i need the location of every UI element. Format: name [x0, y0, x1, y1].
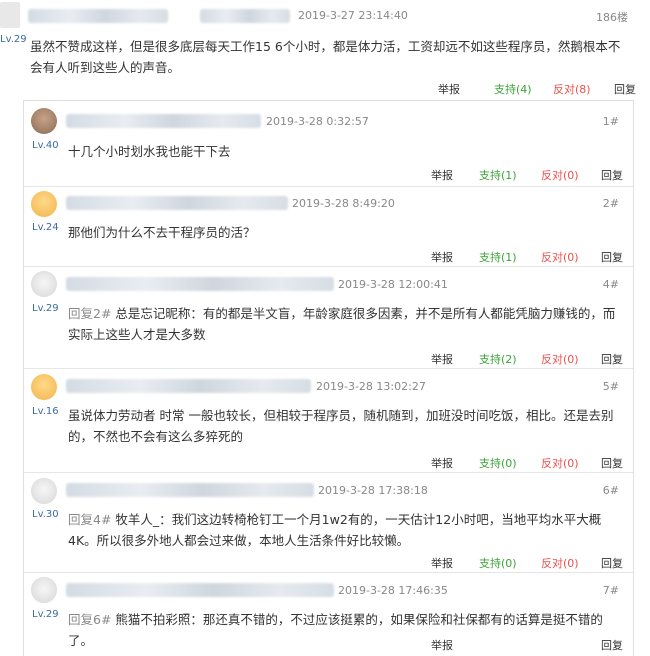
- floor-number: 1#: [602, 115, 619, 128]
- main-post: Lv.29 2019-3-27 23:14:40 186楼 虽然不赞成这样，但是…: [0, 0, 650, 100]
- reply-content: 十几个小时划水我也能干下去: [68, 141, 623, 162]
- avatar[interactable]: [31, 191, 57, 217]
- floor-number: 2#: [602, 197, 619, 210]
- reply-text: 十几个小时划水我也能干下去: [68, 144, 231, 159]
- reply-content: 回复2# 总是忘记昵称：有的都是半文盲，年龄家庭很多因素，并不是所有人都能凭脑力…: [68, 303, 623, 345]
- reply-button[interactable]: 回复: [601, 455, 623, 471]
- oppose-button[interactable]: [541, 637, 601, 653]
- floor-number: 6#: [602, 484, 619, 497]
- report-button[interactable]: 举报: [431, 167, 479, 183]
- avatar[interactable]: [31, 478, 57, 504]
- reply-item: Lv.30 2019-3-28 17:38:18 6# 回复4# 牧羊人_：我们…: [24, 473, 633, 573]
- reply-date: 2019-3-28 17:38:18: [318, 484, 428, 497]
- report-button[interactable]: 举报: [431, 637, 479, 653]
- post-content: 虽然不赞成这样，但是很多底层每天工作15 6个小时，都是体力活，工资却远不如这些…: [30, 39, 621, 75]
- post-date: 2019-3-27 23:14:40: [298, 9, 408, 22]
- report-button[interactable]: 举报: [431, 249, 479, 265]
- username-blurred[interactable]: [66, 114, 261, 128]
- reply-date: 2019-3-28 17:46:35: [338, 584, 448, 597]
- username-blurred[interactable]: [66, 196, 288, 210]
- reply-button[interactable]: 回复: [601, 351, 623, 367]
- reply-date: 2019-3-28 0:32:57: [266, 115, 369, 128]
- user-level: Lv.16: [32, 406, 59, 417]
- reply-to-label[interactable]: 回复2#: [68, 306, 111, 321]
- reply-list: Lv.40 2019-3-28 0:32:57 1# 十几个小时划水我也能干下去…: [23, 100, 634, 656]
- support-button[interactable]: 支持(1): [479, 167, 541, 183]
- reply-button[interactable]: 回复: [601, 249, 623, 265]
- reply-item: Lv.29 2019-3-28 17:46:35 7# 回复6# 熊猫不拍彩照：…: [24, 573, 633, 656]
- support-button[interactable]: 支持(0): [479, 555, 541, 571]
- reply-text: 那他们为什么不去干程序员的活？: [68, 225, 256, 240]
- reply-actions: 举报 支持(0) 反对(0) 回复: [431, 555, 623, 571]
- support-button[interactable]: 支持(0): [479, 455, 541, 471]
- username-blurred-2: [200, 9, 290, 23]
- report-button[interactable]: 举报: [431, 351, 479, 367]
- oppose-button[interactable]: 反对(0): [541, 167, 601, 183]
- avatar[interactable]: [31, 108, 57, 134]
- reply-item: Lv.16 2019-3-28 13:02:27 5# 虽说体力劳动者 时常 一…: [24, 369, 633, 473]
- post-actions: 举报 支持(4) 反对(8) 回复: [438, 81, 636, 97]
- floor-number: 7#: [602, 584, 619, 597]
- username-blurred[interactable]: [66, 483, 314, 497]
- avatar[interactable]: [31, 374, 57, 400]
- reply-date: 2019-3-28 8:49:20: [292, 197, 395, 210]
- user-level: Lv.40: [32, 140, 59, 151]
- oppose-button[interactable]: 反对(0): [541, 555, 601, 571]
- floor-number: 186楼: [596, 11, 628, 24]
- support-button[interactable]: 支持(2): [479, 351, 541, 367]
- oppose-button[interactable]: 反对(8): [553, 81, 614, 97]
- report-button[interactable]: 举报: [431, 555, 479, 571]
- reply-date: 2019-3-28 12:00:41: [338, 278, 448, 291]
- reply-content: 回复4# 牧羊人_：我们这边转椅枪钉工一个月1w2有的，一天估计12小时吧，当地…: [68, 509, 623, 551]
- reply-button[interactable]: 回复: [614, 81, 636, 97]
- reply-actions: 举报 支持(2) 反对(0) 回复: [431, 351, 623, 367]
- avatar[interactable]: [31, 577, 57, 603]
- reply-button[interactable]: 回复: [601, 555, 623, 571]
- reply-item: Lv.40 2019-3-28 0:32:57 1# 十几个小时划水我也能干下去…: [24, 101, 633, 187]
- username-blurred[interactable]: [66, 583, 334, 597]
- reply-text: 总是忘记昵称：有的都是半文盲，年龄家庭很多因素，并不是所有人都能凭脑力赚钱的，而…: [68, 306, 616, 342]
- reply-text: 虽说体力劳动者 时常 一般也较长，但相较于程序员，随机随到，加班没时间吃饭，相比…: [68, 408, 614, 444]
- oppose-button[interactable]: 反对(0): [541, 455, 601, 471]
- reply-actions: 举报 支持(1) 反对(0) 回复: [431, 249, 623, 265]
- reply-actions: 举报 回复: [431, 637, 623, 653]
- reply-item: Lv.24 2019-3-28 8:49:20 2# 那他们为什么不去干程序员的…: [24, 187, 633, 267]
- reply-text: 牧羊人_：我们这边转椅枪钉工一个月1w2有的，一天估计12小时吧，当地平均水平大…: [68, 512, 602, 548]
- oppose-button[interactable]: 反对(0): [541, 351, 601, 367]
- avatar[interactable]: [0, 2, 20, 28]
- reply-actions: 举报 支持(0) 反对(0) 回复: [431, 455, 623, 471]
- username-blurred[interactable]: [66, 277, 334, 291]
- reply-to-label[interactable]: 回复6#: [68, 612, 111, 627]
- username-blurred[interactable]: [66, 379, 311, 393]
- reply-actions: 举报 支持(1) 反对(0) 回复: [431, 167, 623, 183]
- oppose-button[interactable]: 反对(0): [541, 249, 601, 265]
- report-button[interactable]: 举报: [438, 81, 494, 97]
- support-button[interactable]: 支持(4): [494, 81, 553, 97]
- support-button[interactable]: [479, 637, 541, 653]
- reply-item: Lv.29 2019-3-28 12:00:41 4# 回复2# 总是忘记昵称：…: [24, 267, 633, 369]
- username-blurred[interactable]: [28, 9, 168, 23]
- reply-date: 2019-3-28 13:02:27: [316, 380, 426, 393]
- user-level: Lv.29: [32, 303, 59, 314]
- reply-button[interactable]: 回复: [601, 637, 623, 653]
- reply-content: 那他们为什么不去干程序员的活？: [68, 222, 623, 243]
- reply-to-label[interactable]: 回复4#: [68, 512, 111, 527]
- user-level: Lv.29: [32, 609, 59, 620]
- user-level: Lv.30: [32, 509, 59, 520]
- support-button[interactable]: 支持(1): [479, 249, 541, 265]
- avatar[interactable]: [31, 271, 57, 297]
- reply-button[interactable]: 回复: [601, 167, 623, 183]
- floor-number: 5#: [602, 380, 619, 393]
- reply-content: 虽说体力劳动者 时常 一般也较长，但相较于程序员，随机随到，加班没时间吃饭，相比…: [68, 405, 623, 447]
- user-level: Lv.24: [32, 222, 59, 233]
- report-button[interactable]: 举报: [431, 455, 479, 471]
- user-level: Lv.29: [0, 34, 27, 45]
- floor-number: 4#: [602, 278, 619, 291]
